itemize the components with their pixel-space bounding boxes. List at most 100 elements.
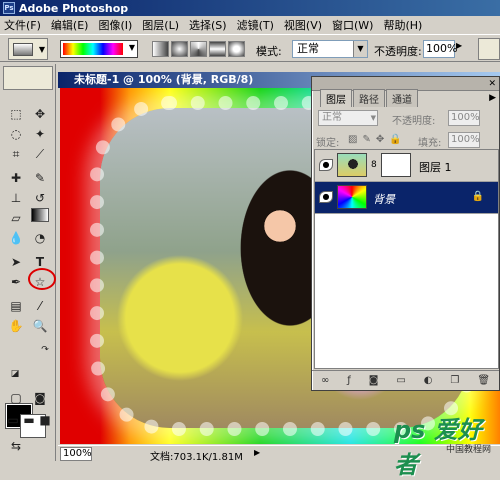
menu-image[interactable]: 图像(I) xyxy=(98,17,132,33)
notes-tool-icon[interactable]: ▤ xyxy=(5,296,27,316)
mode-value: 正常 xyxy=(297,42,319,55)
layers-panel: ✕ 图层 路径 通道 ▶ 正常 ▼ 不透明度: 100% 锁定: ▨✎✥🔒 填充… xyxy=(311,76,500,391)
tab-paths[interactable]: 路径 xyxy=(353,89,385,107)
fill-label: 填充: xyxy=(418,138,442,149)
menu-layer[interactable]: 图层(L) xyxy=(142,17,179,33)
link-chain-icon[interactable]: 8 xyxy=(371,160,377,170)
diamond-gradient-button[interactable] xyxy=(228,41,245,57)
opacity-input[interactable]: 100% xyxy=(423,40,457,58)
layer-mask-thumbnail[interactable] xyxy=(381,153,411,177)
layer-list: ● 8 图层 1 ● 背景 🔒 xyxy=(314,149,499,369)
layer-row-background[interactable]: ● 背景 🔒 xyxy=(315,182,498,214)
gradient-swatch xyxy=(63,43,123,55)
menu-window[interactable]: 窗口(W) xyxy=(332,17,373,33)
swap-colors-icon[interactable]: ↷ xyxy=(34,340,56,360)
gradient-tool-icon[interactable] xyxy=(31,208,49,222)
dodge-tool-icon[interactable]: ◔ xyxy=(29,228,51,248)
mode-select[interactable]: 正常 ▼ xyxy=(292,40,368,58)
jump-to-imageready-icon[interactable]: ⇆ xyxy=(5,436,27,456)
radial-gradient-button[interactable] xyxy=(171,41,188,57)
opacity-slider-arrow-icon[interactable]: ▶ xyxy=(456,41,462,50)
app-title: Adobe Photoshop xyxy=(19,1,129,15)
layer-opacity-input[interactable]: 100% xyxy=(448,110,480,126)
chevron-down-icon: ▼ xyxy=(353,41,367,57)
delete-layer-icon[interactable]: 🗑 xyxy=(477,375,490,386)
layer-footer: ∞ ƒ ◙ ▭ ◐ ❐ 🗑 xyxy=(312,370,499,390)
lasso-tool-icon[interactable]: ◌ xyxy=(5,124,27,144)
toolbox: ⬚ ✥ ◌ ✦ ⌗ ⟋ ✚ ✎ ⊥ ↺ ▱ 💧 ◔ ➤ T ✒ ☆ ▤ ⁄ ✋ … xyxy=(0,64,56,461)
layer-thumbnail xyxy=(337,153,367,177)
app-titlebar: Ps Adobe Photoshop xyxy=(0,0,500,16)
link-layers-icon[interactable]: ∞ xyxy=(321,375,329,386)
layer-opacity-label: 不透明度: xyxy=(392,116,436,127)
panel-tabs: 图层 路径 通道 ▶ xyxy=(312,89,499,107)
eyedropper-tool-icon[interactable]: ⁄ xyxy=(29,296,51,316)
standard-mode-icon[interactable]: ▢ xyxy=(5,388,27,408)
stamp-tool-icon[interactable]: ⊥ xyxy=(5,188,27,208)
menu-edit[interactable]: 编辑(E) xyxy=(51,17,89,33)
gradient-picker[interactable]: ▼ xyxy=(60,40,138,58)
layer-name: 图层 1 xyxy=(419,161,452,174)
fill-input[interactable]: 100% xyxy=(448,132,480,148)
path-selection-tool-icon[interactable]: ➤ xyxy=(5,252,27,272)
magic-wand-tool-icon[interactable]: ✦ xyxy=(29,124,51,144)
lock-options-icon[interactable]: ▨✎✥🔒 xyxy=(348,134,407,145)
lock-icon: 🔒 xyxy=(471,191,484,202)
angle-gradient-button[interactable] xyxy=(190,41,207,57)
blend-mode-value: 正常 xyxy=(322,112,342,123)
chevron-down-icon: ▼ xyxy=(128,43,135,52)
eye-icon[interactable]: ● xyxy=(319,159,333,171)
menu-file[interactable]: 文件(F) xyxy=(4,17,41,33)
panel-menu-icon[interactable]: ▶ xyxy=(489,93,496,103)
default-colors-icon[interactable]: ◪ xyxy=(4,364,26,384)
chevron-down-icon: ▼ xyxy=(370,114,376,122)
brush-tool-icon[interactable]: ✎ xyxy=(29,168,51,188)
layer-thumbnail xyxy=(337,185,367,209)
zoom-field[interactable]: 100% xyxy=(60,447,92,461)
layer-row-layer1[interactable]: ● 8 图层 1 xyxy=(315,150,498,182)
tool-preset-picker[interactable]: ▼ xyxy=(8,38,48,60)
move-tool-icon[interactable]: ✥ xyxy=(29,104,51,124)
layer-style-icon[interactable]: ƒ xyxy=(347,375,351,386)
linear-gradient-button[interactable] xyxy=(152,41,169,57)
menu-bar: 文件(F) 编辑(E) 图像(I) 图层(L) 选择(S) 滤镜(T) 视图(V… xyxy=(0,16,500,34)
palette-well[interactable] xyxy=(478,38,500,60)
eye-icon[interactable]: ● xyxy=(319,191,333,203)
adjustment-layer-icon[interactable]: ◐ xyxy=(424,375,433,386)
tab-channels[interactable]: 通道 xyxy=(386,89,418,107)
quick-mask-mode-icon[interactable]: ◙ xyxy=(29,388,51,408)
feather-logo-icon[interactable] xyxy=(3,66,53,90)
hand-tool-icon[interactable]: ✋ xyxy=(5,316,27,336)
blend-row: 正常 ▼ 不透明度: 100% xyxy=(312,107,499,129)
menu-view[interactable]: 视图(V) xyxy=(284,17,322,33)
new-group-icon[interactable]: ▭ xyxy=(396,375,405,386)
lock-label: 锁定: xyxy=(316,138,340,149)
tab-layers[interactable]: 图层 xyxy=(320,89,352,107)
watermark-sub: 中国教程网 xyxy=(446,445,492,455)
annotation-circle xyxy=(28,268,56,290)
blur-tool-icon[interactable]: 💧 xyxy=(5,228,27,248)
pen-tool-icon[interactable]: ✒ xyxy=(5,272,27,292)
menu-select[interactable]: 选择(S) xyxy=(189,17,227,33)
screen-mode-full-icon[interactable]: ■ xyxy=(34,410,56,430)
blend-mode-select[interactable]: 正常 ▼ xyxy=(318,110,378,126)
crop-tool-icon[interactable]: ⌗ xyxy=(5,144,27,164)
add-mask-icon[interactable]: ◙ xyxy=(369,375,379,386)
layer-name: 背景 xyxy=(373,193,395,206)
zoom-tool-icon[interactable]: 🔍 xyxy=(29,316,51,336)
slice-tool-icon[interactable]: ⟋ xyxy=(29,144,51,164)
mode-label: 模式: xyxy=(256,45,282,58)
photoshop-logo-icon: Ps xyxy=(3,2,15,14)
reflected-gradient-button[interactable] xyxy=(209,41,226,57)
marquee-tool-icon[interactable]: ⬚ xyxy=(5,104,27,124)
panel-close-icon[interactable]: ✕ xyxy=(488,79,496,89)
new-layer-icon[interactable]: ❐ xyxy=(450,375,459,386)
chevron-down-icon: ▼ xyxy=(38,45,45,54)
options-bar: ▼ ▼ 模式: 正常 ▼ 不透明度: 100% ▶ xyxy=(0,34,500,62)
healing-brush-tool-icon[interactable]: ✚ xyxy=(5,168,27,188)
status-menu-arrow-icon[interactable]: ▶ xyxy=(254,448,260,457)
eraser-tool-icon[interactable]: ▱ xyxy=(5,208,27,228)
menu-filter[interactable]: 滤镜(T) xyxy=(237,17,274,33)
menu-help[interactable]: 帮助(H) xyxy=(383,17,422,33)
history-brush-tool-icon[interactable]: ↺ xyxy=(29,188,51,208)
